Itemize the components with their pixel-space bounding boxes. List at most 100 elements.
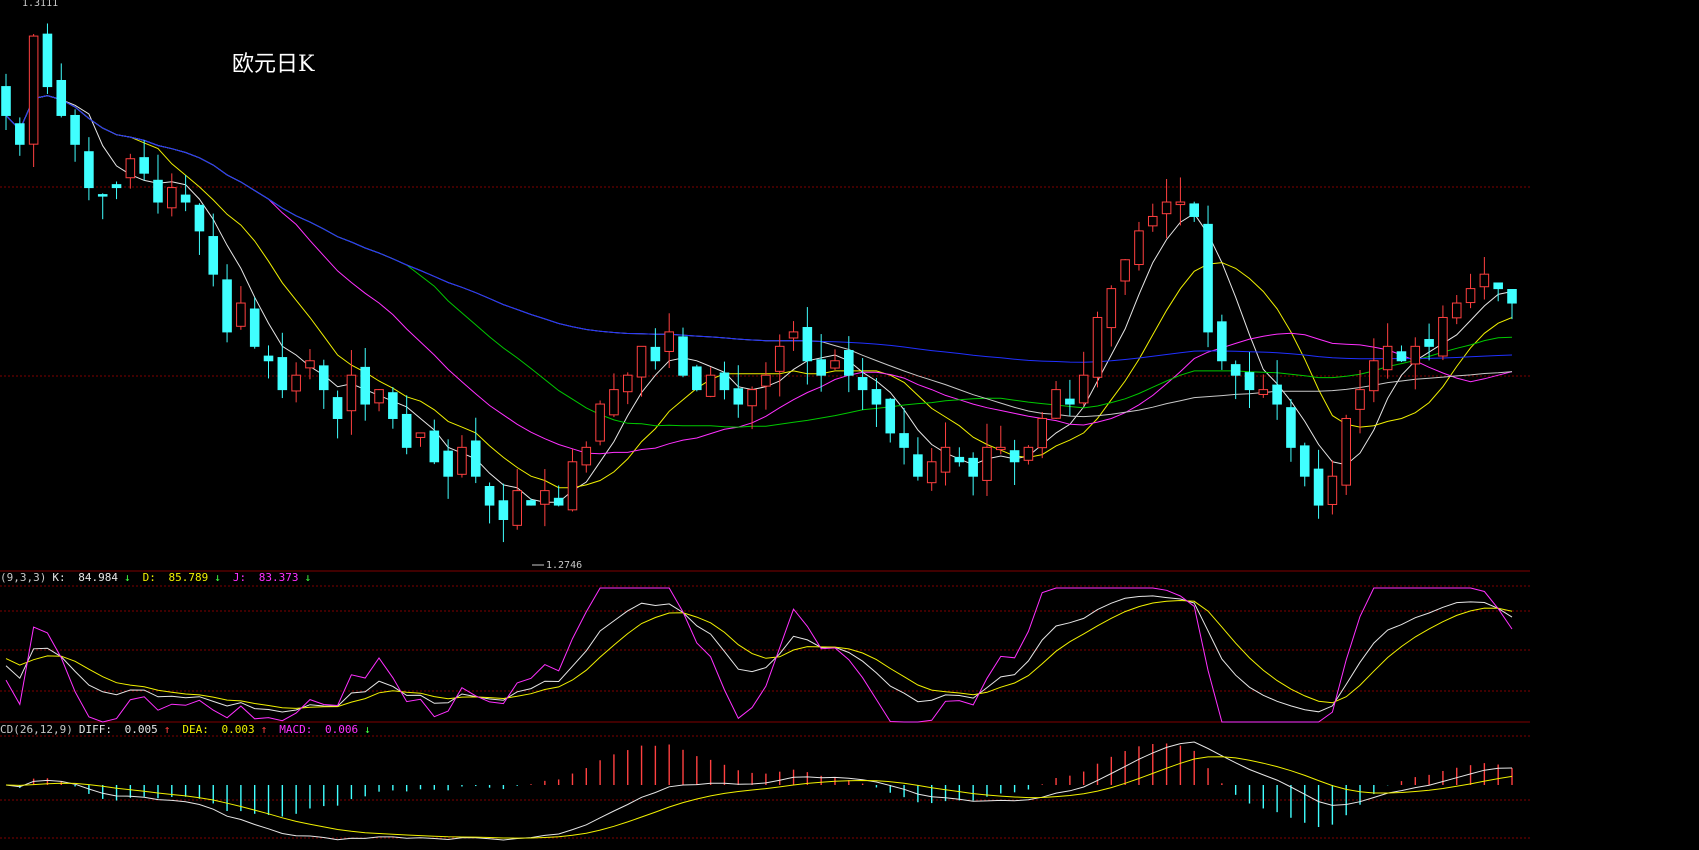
candle-up [540, 490, 550, 505]
ma120-line [5, 95, 1513, 363]
candle-down [111, 184, 122, 189]
candle-down [733, 388, 744, 405]
candle-up [1147, 215, 1158, 227]
candle-down [318, 365, 329, 391]
kdj-d-arrow-icon: ↓ [214, 571, 221, 584]
candle-up [512, 490, 522, 526]
candle-up [1258, 389, 1269, 395]
kdj-header: (9,3,3) K: 84.984 ↓ D: 85.789 ↓ J: 83.373 ↓ [0, 571, 323, 584]
candle-down [70, 114, 80, 145]
ma20-line [5, 95, 1513, 455]
macd-macd-value: 0.006 [324, 723, 359, 736]
candle-up [1023, 446, 1034, 461]
macd-diff-value: 0.005 [124, 723, 158, 736]
candle-up [1382, 345, 1393, 371]
candle-down [1065, 398, 1075, 405]
macd-macd-label: MACD: [279, 723, 313, 736]
candle-up [1120, 259, 1130, 282]
candle-up [1355, 389, 1365, 410]
macd-dea-line [5, 756, 1513, 839]
candle-up [761, 374, 771, 387]
kdj-j-line [5, 587, 1513, 723]
candles [1, 23, 1517, 543]
candle-up [747, 389, 757, 407]
macd-dea-label: DEA: [182, 723, 209, 736]
candle-up [1092, 316, 1103, 378]
candle-up [705, 374, 716, 397]
candle-down [360, 366, 371, 405]
kdj-d-line [5, 599, 1513, 709]
candle-down [678, 336, 688, 376]
candle-down [1009, 450, 1020, 463]
candle-up [346, 374, 357, 412]
macd-diff-arrow-icon: ↑ [163, 723, 171, 736]
candle-down [1313, 468, 1324, 506]
candle-up [1327, 475, 1338, 505]
candle-down [1272, 384, 1282, 405]
candle-down [1493, 282, 1503, 290]
candle-down [388, 392, 398, 419]
candle-up [1134, 230, 1144, 266]
candle-down [885, 398, 896, 434]
candle-up [125, 158, 136, 179]
macd-panel [5, 741, 1513, 841]
candle-up [622, 374, 633, 393]
candle-down [401, 413, 412, 448]
candle-up [1175, 201, 1186, 206]
candle-up [830, 360, 840, 369]
candle-up [415, 432, 426, 438]
candle-up [774, 345, 785, 372]
candle-up [236, 302, 246, 327]
candle-down [844, 350, 854, 376]
candle-down [1189, 203, 1200, 217]
candle-down [1424, 339, 1434, 347]
candle-up [664, 331, 674, 352]
candle-down [42, 33, 53, 88]
candle-up [305, 360, 315, 369]
candle-down [1230, 364, 1241, 376]
candle-down [871, 389, 882, 405]
candle-up [1341, 417, 1351, 486]
kdj-k-arrow-icon: ↓ [123, 571, 131, 584]
candle-up [291, 374, 301, 392]
candle-down [498, 500, 509, 520]
candle-up [1078, 374, 1089, 404]
moving-average-lines [5, 95, 1513, 503]
candle-down [153, 179, 163, 203]
kdj-k-value: 84.984 [78, 571, 118, 584]
kdj-k-label: K: [52, 571, 66, 584]
low-price-label: 1.2746 [546, 560, 582, 571]
candle-up [1479, 273, 1490, 288]
candle-up [1161, 201, 1172, 215]
candle-up [167, 187, 177, 209]
candle-down [913, 454, 923, 477]
candle-down [180, 194, 191, 203]
candle-down [899, 433, 909, 448]
candle-down [1286, 407, 1296, 448]
kdj-d-label: D: [142, 571, 156, 584]
macd-macd-arrow-icon: ↓ [364, 723, 371, 736]
candle-down [97, 194, 108, 197]
kdj-j-label: J: [232, 571, 247, 584]
ma30-line [5, 95, 1513, 428]
candle-up [1051, 389, 1061, 419]
kdj-name: (9,3,3) [0, 571, 47, 584]
candle-up [982, 446, 992, 481]
candle-up [457, 446, 467, 475]
candle-down [650, 346, 661, 362]
candle-up [609, 389, 619, 416]
candle-up [1465, 288, 1476, 304]
candle-down [1217, 321, 1227, 362]
candle-up [567, 461, 578, 511]
candle-down [1507, 289, 1517, 304]
candle-down [1203, 223, 1213, 333]
macd-dea-arrow-icon: ↑ [260, 723, 268, 736]
candle-down [56, 79, 67, 116]
candle-down [802, 327, 813, 362]
candle-down [1244, 372, 1255, 391]
candle-down [526, 500, 536, 506]
candle-down [332, 397, 343, 419]
candle-up [1369, 360, 1379, 392]
candle-down [194, 204, 205, 232]
kdj-k-line [5, 595, 1513, 713]
